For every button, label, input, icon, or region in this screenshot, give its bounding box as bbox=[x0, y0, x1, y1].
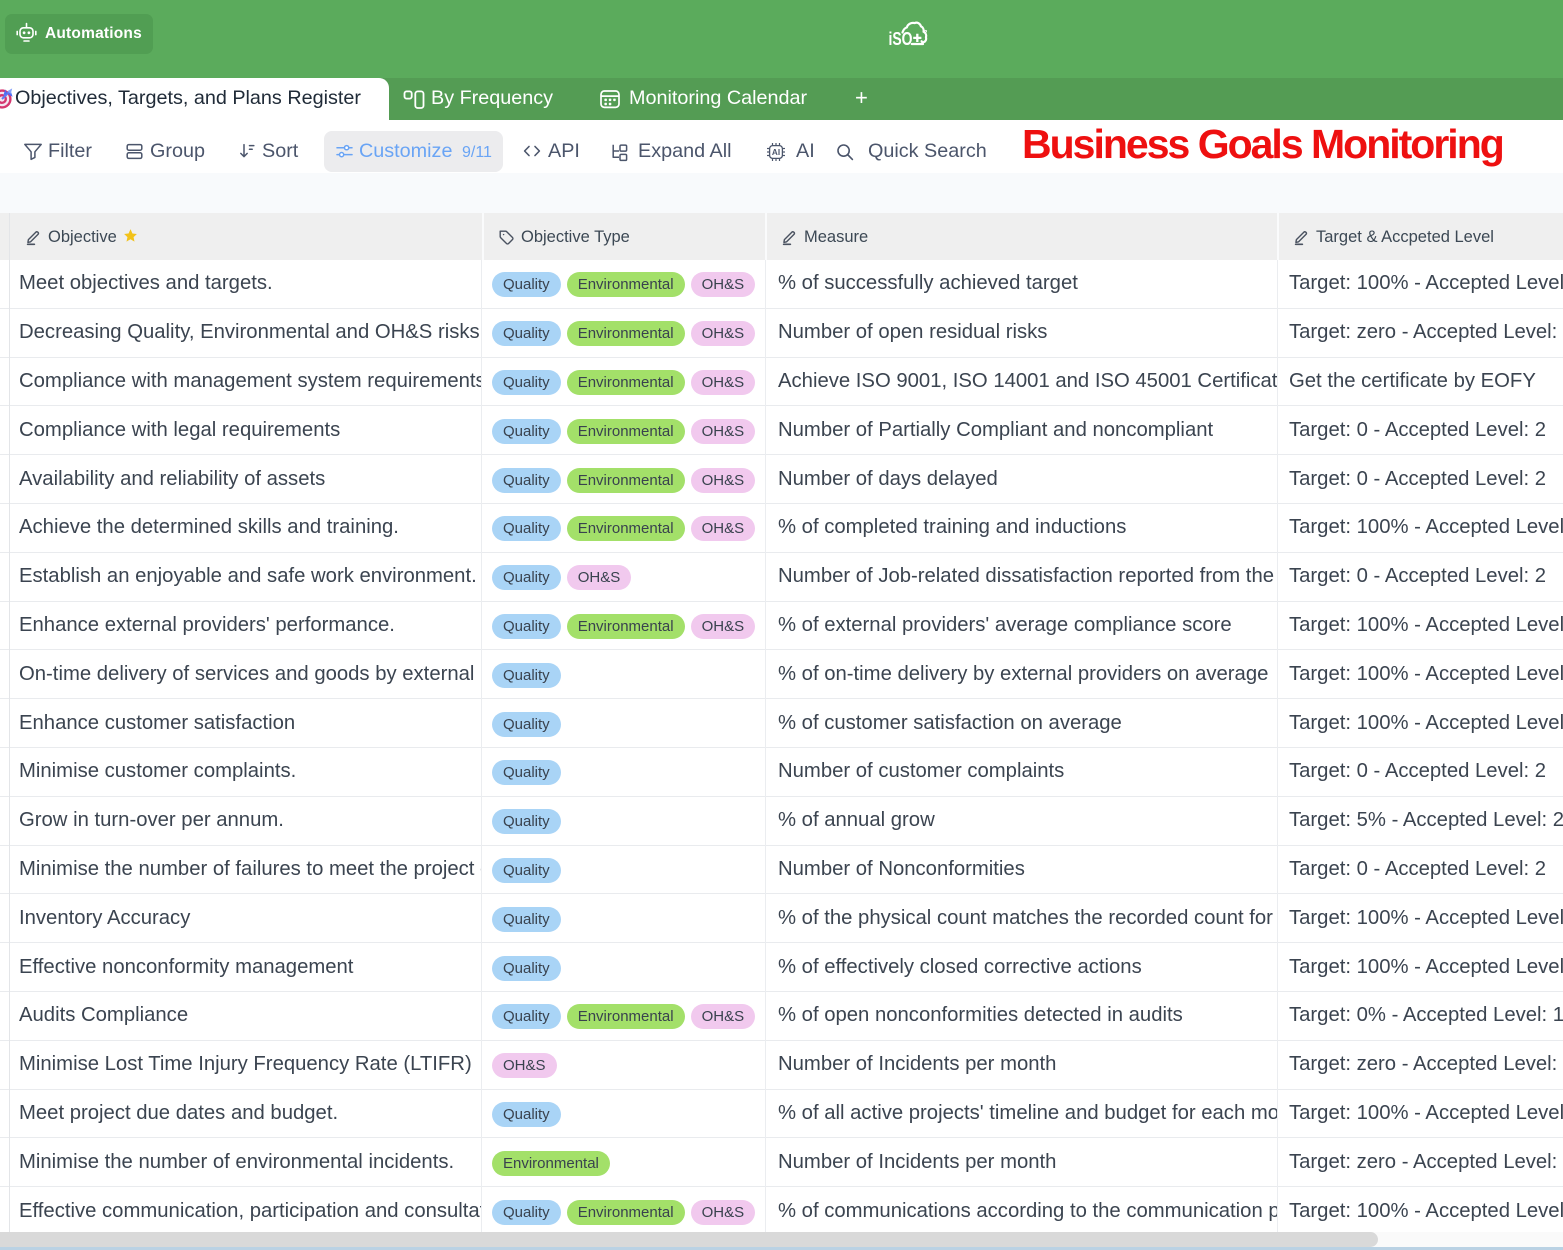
svg-text:iSO: iSO bbox=[889, 28, 913, 49]
svg-text:AI: AI bbox=[772, 148, 780, 157]
